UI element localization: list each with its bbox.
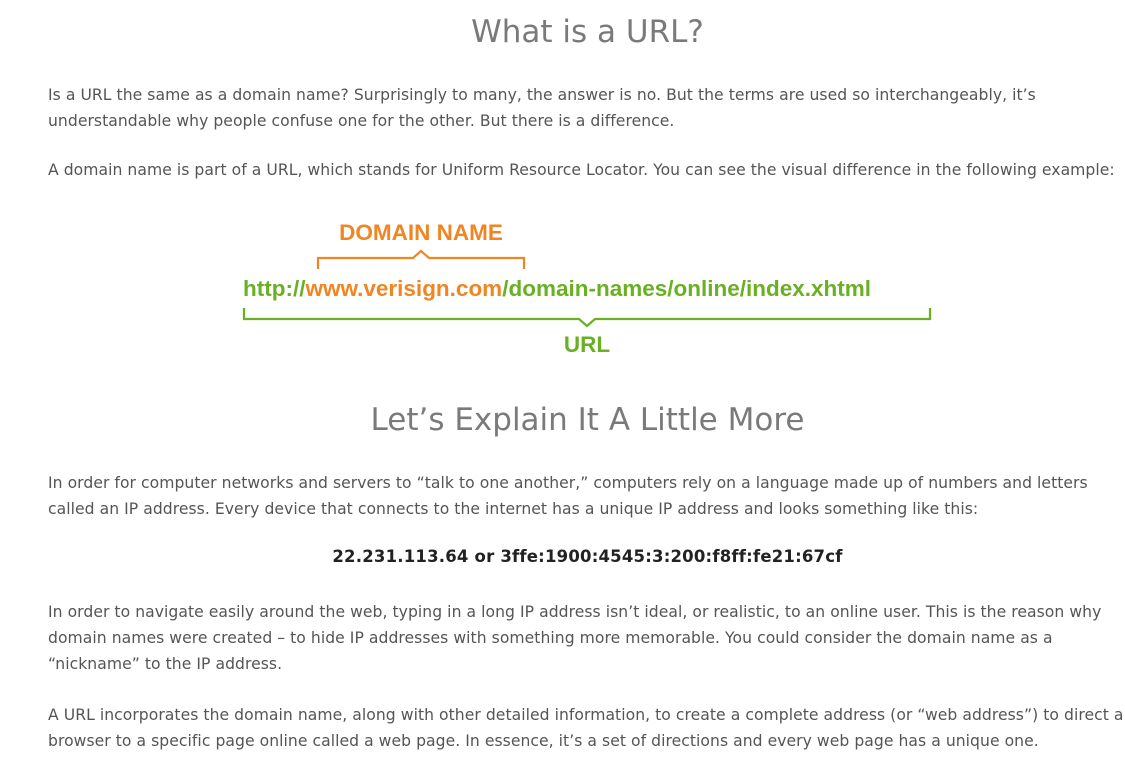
domain-name-bracket — [316, 249, 526, 269]
url-bracket — [242, 308, 932, 328]
intro-paragraph: Is a URL the same as a domain name? Surp… — [48, 86, 1036, 130]
url-scheme: http:// — [243, 276, 306, 301]
section-title: Let’s Explain It A Little More — [370, 402, 805, 438]
url-diagram: DOMAIN NAME http://www.verisign.com/doma… — [242, 220, 932, 357]
url-path: /domain-names/online/index.xhtml — [502, 276, 871, 301]
url-domain: www.verisign.com — [304, 276, 502, 301]
url-example: http://www.verisign.com/domain-names/onl… — [243, 276, 871, 301]
url-definition-paragraph: A URL incorporates the domain name, alon… — [48, 706, 1124, 750]
domain-purpose-paragraph: In order to navigate easily around the w… — [48, 603, 1102, 673]
url-label: URL — [564, 332, 610, 357]
domain-name-label: DOMAIN NAME — [339, 220, 503, 245]
ip-address-example: 22.231.113.64 or 3ffe:1900:4545:3:200:f8… — [332, 547, 843, 566]
page-title: What is a URL? — [471, 14, 704, 50]
domain-explanation-paragraph: A domain name is part of a URL, which st… — [48, 161, 1115, 179]
ip-address-paragraph: In order for computer networks and serve… — [48, 474, 1088, 518]
